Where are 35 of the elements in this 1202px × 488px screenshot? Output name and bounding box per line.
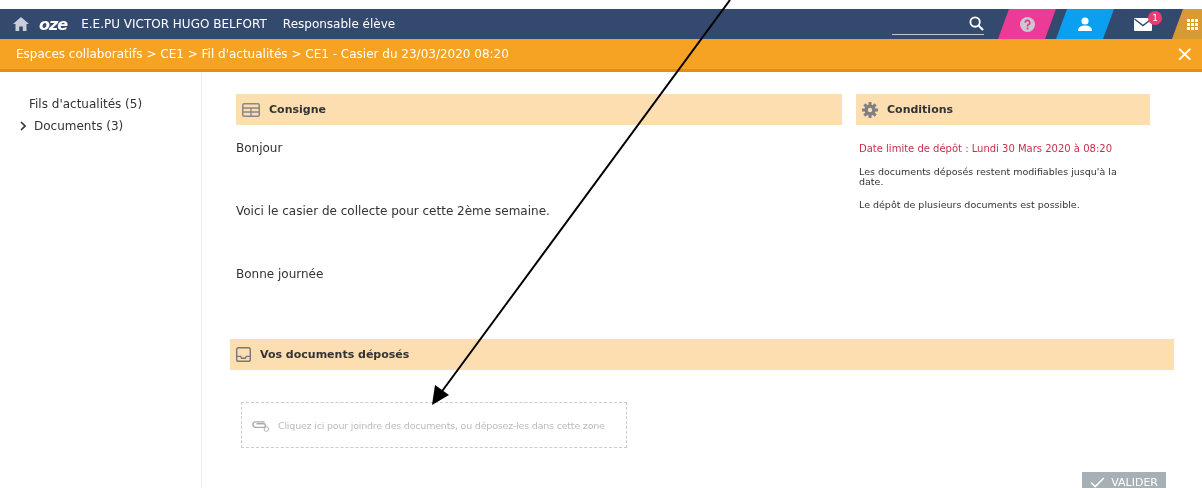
inbox-icon <box>236 347 251 362</box>
mail-icon <box>1134 17 1152 31</box>
apps-tab[interactable] <box>1172 9 1202 39</box>
user-role: Responsable élève <box>282 17 396 31</box>
instruction-text: Bonjour <box>236 141 284 157</box>
section-title: Vos documents déposés <box>260 348 410 361</box>
deadline-text: Date limite de dépôt : Lundi 30 Mars 2020 à 08:20 <box>859 143 1113 154</box>
help-tab[interactable] <box>998 9 1056 39</box>
condition-text: Le dépôt de plusieurs documents est possible. <box>859 199 1081 210</box>
sidebar-item[interactable]: Fils d'actualités (5) <box>29 97 143 111</box>
breadcrumb: Espaces collaboratifs > CE1 > Fil d'actualités > CE1 - Casier du 23/03/2020 08:20 <box>16 47 509 61</box>
drop-zone-hint: Cliquez ici pour joindre des documents, ou déposez-les dans cette zone <box>278 419 605 431</box>
check-icon <box>1090 476 1106 488</box>
paperclip-icon <box>252 418 270 432</box>
chevron-icon[interactable] <box>20 121 26 131</box>
validate-button[interactable]: VALIDER <box>1082 472 1166 488</box>
sidebar-item[interactable]: Documents (3) <box>34 119 124 133</box>
user-icon <box>1077 17 1093 31</box>
help-icon <box>1019 16 1035 32</box>
section-title: Consigne <box>269 103 326 116</box>
unread-badge: 1 <box>1148 11 1162 25</box>
instruction-text: Voici le casier de collecte pour cette 2ème semaine. <box>236 204 551 220</box>
gear-icon <box>862 101 878 118</box>
grid-icon <box>1187 18 1198 30</box>
home-icon[interactable] <box>13 17 29 31</box>
instruction-text: Bonne journée <box>236 267 325 283</box>
close-button[interactable]: × <box>1175 43 1194 65</box>
logo[interactable]: oze <box>39 14 68 34</box>
table-icon <box>242 102 260 117</box>
profile-tab[interactable] <box>1056 9 1114 39</box>
school-name: E.E.PU VICTOR HUGO BELFORT <box>81 17 267 31</box>
section-title: Conditions <box>887 103 954 116</box>
search-icon <box>969 16 984 31</box>
drop-zone[interactable]: Cliquez ici pour joindre des documents, ou déposez-les dans cette zone <box>241 402 627 448</box>
condition-text: Les documents déposés restent modifiables jusqu'à la date. <box>859 167 1118 187</box>
